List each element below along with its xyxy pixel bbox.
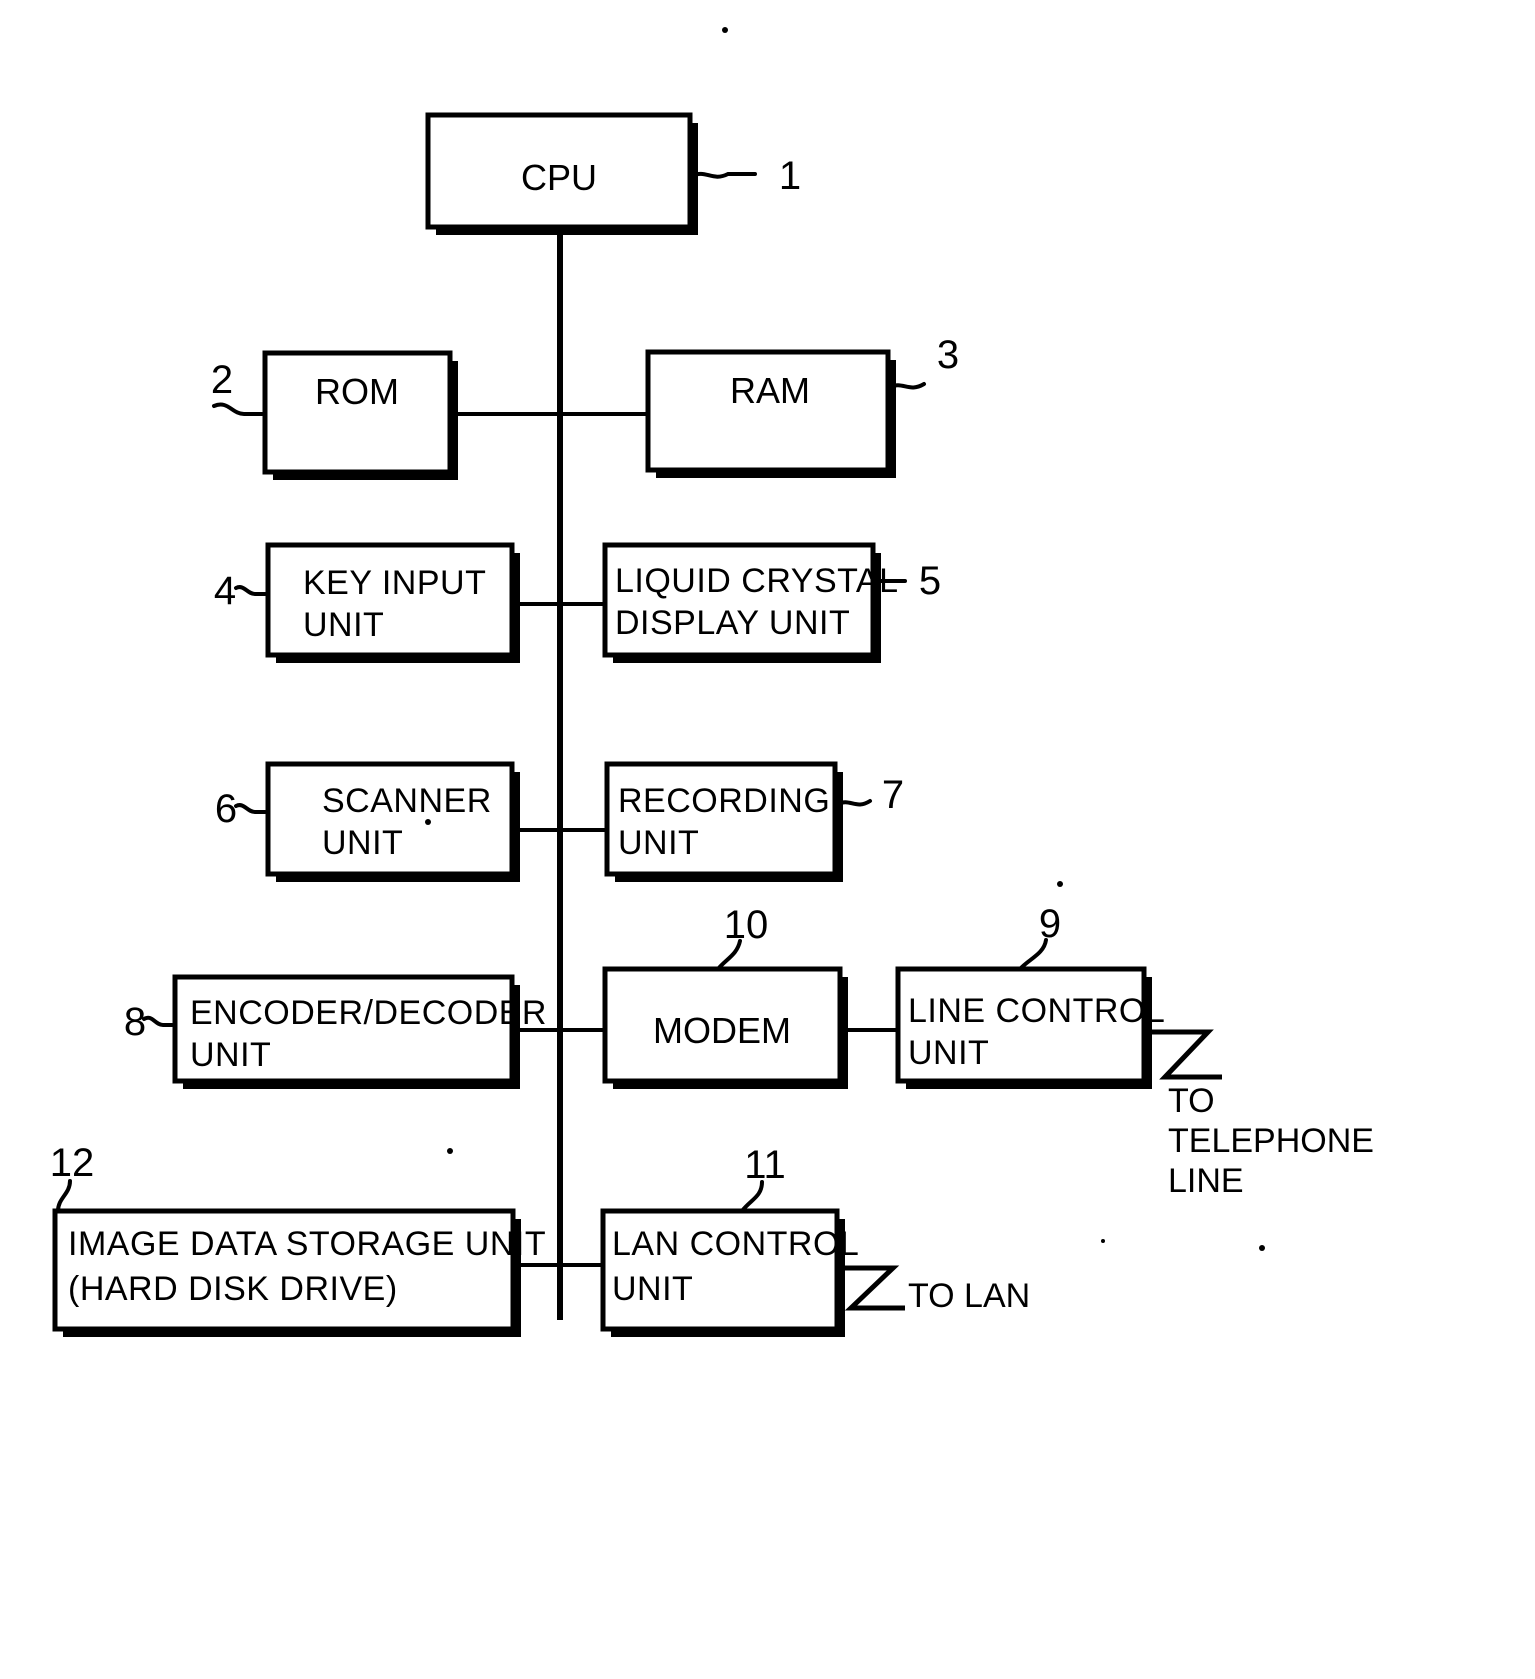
lan-label: TO LAN [908,1277,1030,1315]
codec-label-line1: ENCODER/DECODER [190,994,547,1032]
telephone-label-line3: LINE [1168,1162,1244,1200]
telephone-label-line2: TELEPHONE [1168,1122,1374,1160]
scanner-label-line1: SCANNER [322,782,492,820]
line-control-label-line1: LINE CONTROL [908,992,1165,1030]
ref-2-leader [212,402,264,416]
modem-label: MODEM [653,1010,791,1051]
ref-1-number: 1 [779,154,801,198]
scanner-label-line2: UNIT [322,824,403,862]
ref-12-leader [56,1179,72,1213]
key-input-label-line2: UNIT [303,606,384,644]
ref-10-number: 10 [724,903,769,947]
block-scanner-unit[interactable]: SCANNER UNIT [265,761,520,882]
ref-11-callout: 11 [740,1143,786,1213]
ref-8-number: 8 [124,1000,146,1044]
block-encoder-decoder-unit[interactable]: ENCODER/DECODER UNIT [172,974,547,1089]
ref-12-number: 12 [50,1141,95,1185]
ref-9-callout: 9 [1018,902,1061,971]
storage-label-line1: IMAGE DATA STORAGE UNIT [68,1225,546,1263]
codec-label-line2: UNIT [190,1036,271,1074]
block-image-data-storage-unit[interactable]: IMAGE DATA STORAGE UNIT (HARD DISK DRIVE… [52,1208,546,1337]
lan-control-label-line1: LAN CONTROL [612,1225,859,1263]
telephone-line-zigzag [1146,1029,1222,1080]
endpoint-telephone-line: TO TELEPHONE LINE [1146,1029,1374,1200]
ref-4-callout: 4 [214,569,267,613]
ref-8-callout: 8 [124,1000,174,1044]
ref-7-leader [836,799,872,807]
ref-6-number: 6 [215,787,237,831]
ref-6-leader [234,803,267,814]
ref-3-number: 3 [937,333,959,377]
ref-4-number: 4 [214,569,236,613]
recording-label-line2: UNIT [618,824,699,862]
rom-label: ROM [315,371,399,412]
block-key-input-unit[interactable]: KEY INPUT UNIT [265,542,520,663]
ref-5-number: 5 [919,559,941,603]
block-diagram: CPU 1 ROM 2 RAM 3 KEY INPUT UNIT 4 LIQUI… [50,27,1374,1337]
figure-canvas: CPU 1 ROM 2 RAM 3 KEY INPUT UNIT 4 LIQUI… [0,0,1535,1679]
block-recording-unit[interactable]: RECORDING UNIT [604,761,843,882]
block-lcd-unit[interactable]: LIQUID CRYSTAL DISPLAY UNIT [602,542,898,663]
endpoint-lan: TO LAN [839,1265,1030,1315]
block-rom[interactable]: ROM [262,350,458,480]
block-cpu[interactable]: CPU [425,112,698,235]
ref-7-number: 7 [882,773,904,817]
ref-11-number: 11 [744,1143,786,1187]
lcd-label-line1: LIQUID CRYSTAL [615,562,898,600]
ref-2-callout: 2 [211,358,264,416]
ref-1-callout: 1 [690,154,801,198]
line-control-label-line2: UNIT [908,1034,989,1072]
block-line-control-unit[interactable]: LINE CONTROL UNIT [895,966,1165,1089]
block-ram[interactable]: RAM [645,349,896,478]
ref-2-number: 2 [211,358,233,402]
ref-9-number: 9 [1039,902,1061,946]
cpu-label: CPU [521,157,597,198]
storage-label-line2: (HARD DISK DRIVE) [68,1270,398,1308]
lan-zigzag [839,1265,905,1311]
key-input-label-line1: KEY INPUT [303,564,486,602]
ram-label: RAM [730,370,810,411]
telephone-label-line1: TO [1168,1082,1215,1120]
ref-12-callout: 12 [50,1141,95,1213]
lcd-label-line2: DISPLAY UNIT [615,604,850,642]
recording-label-line1: RECORDING [618,782,830,820]
lan-control-label-line2: UNIT [612,1270,693,1308]
ref-10-callout: 10 [716,903,769,971]
ref-6-callout: 6 [215,787,267,831]
block-lan-control-unit[interactable]: LAN CONTROL UNIT [600,1208,859,1337]
block-modem[interactable]: MODEM [602,966,848,1089]
ref-7-callout: 7 [836,773,904,817]
ref-8-leader [142,1015,174,1027]
ref-1-leader [690,171,757,179]
